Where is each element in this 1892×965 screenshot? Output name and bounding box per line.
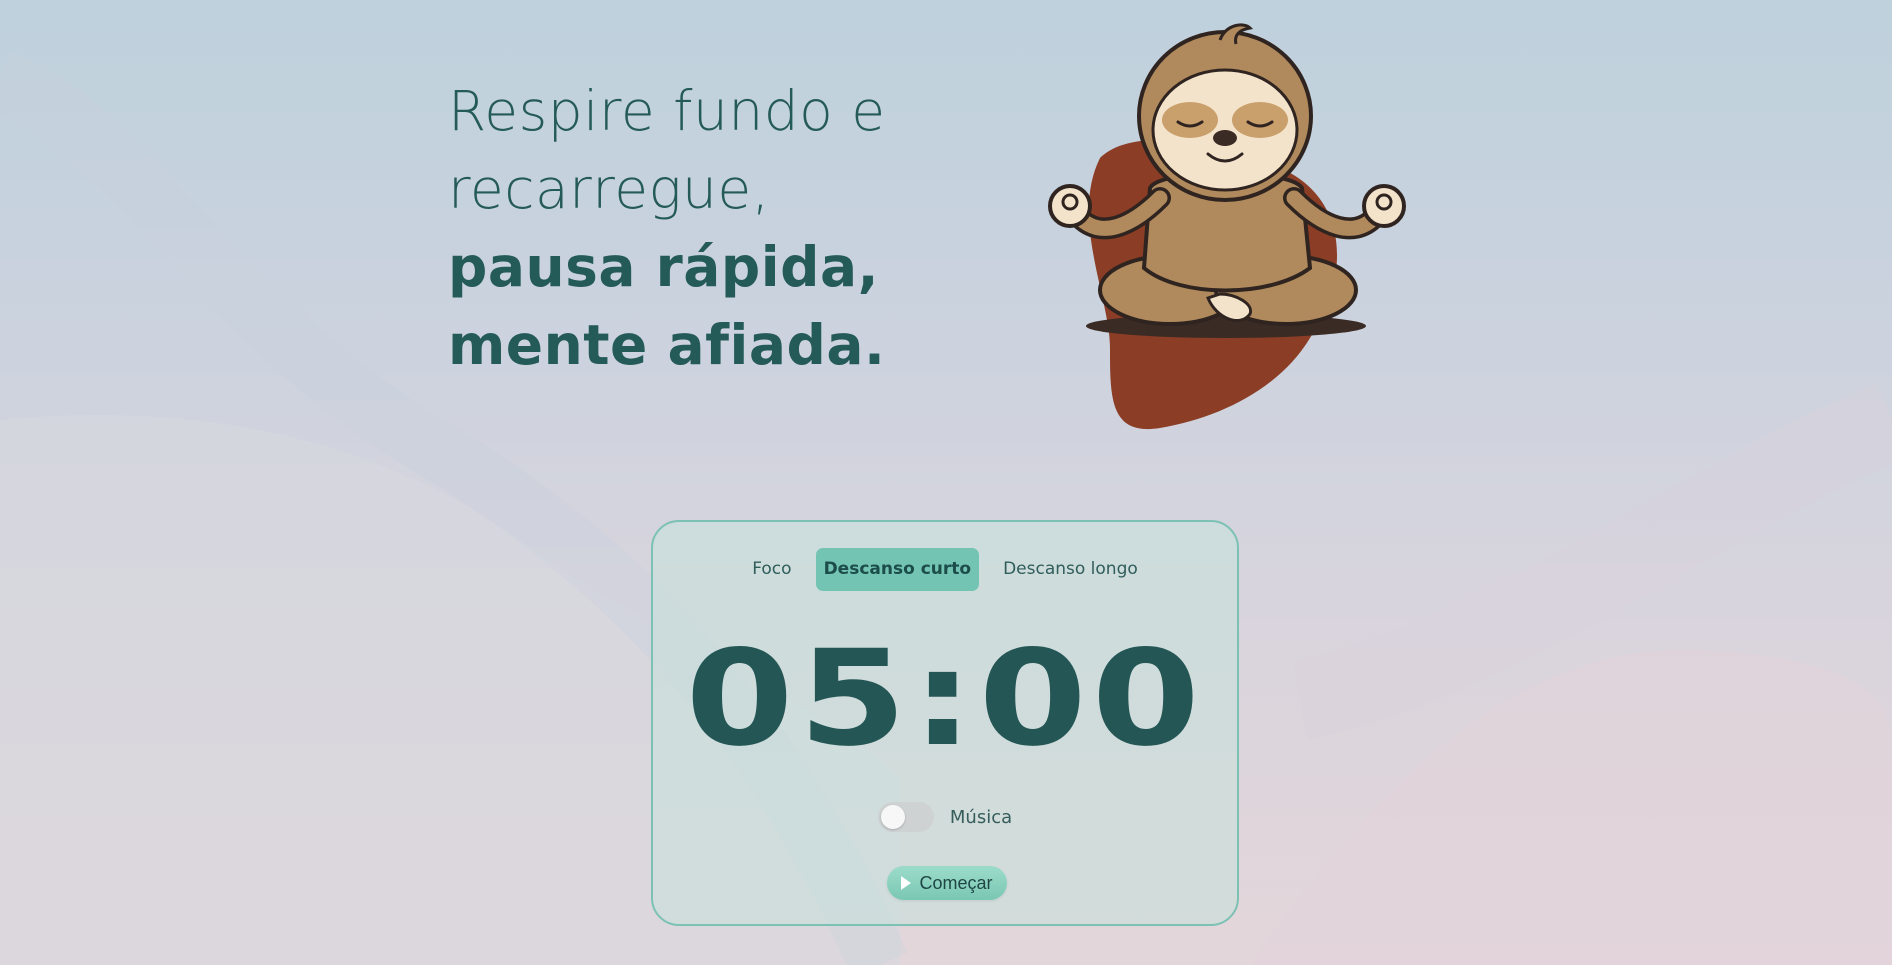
headline-line-3: pausa rápida, [448,235,879,299]
music-toggle[interactable] [877,802,934,832]
timer-mode-tabs: Foco Descanso curto Descanso longo [653,548,1237,591]
headline-line-1: Respire fundo e [448,79,886,143]
meditating-sloth-illustration [1048,23,1406,430]
headline-line-2: recarregue, [448,157,770,221]
hero-headline: Respire fundo e recarregue, pausa rápida… [448,72,968,384]
timer-card: Foco Descanso curto Descanso longo 05:00… [651,520,1239,926]
start-label: Começar [919,872,993,893]
headline-line-4: mente afiada. [448,313,886,377]
music-row: Música [653,802,1237,832]
toggle-knob [880,805,905,829]
tab-foco[interactable]: Foco [744,548,799,591]
play-icon [901,876,912,890]
start-button[interactable]: Começar [887,866,1007,900]
tab-descanso-longo[interactable]: Descanso longo [995,548,1146,591]
music-label: Música [949,806,1013,828]
timer-display: 05:00 [685,622,1205,776]
tab-descanso-curto[interactable]: Descanso curto [815,548,980,591]
